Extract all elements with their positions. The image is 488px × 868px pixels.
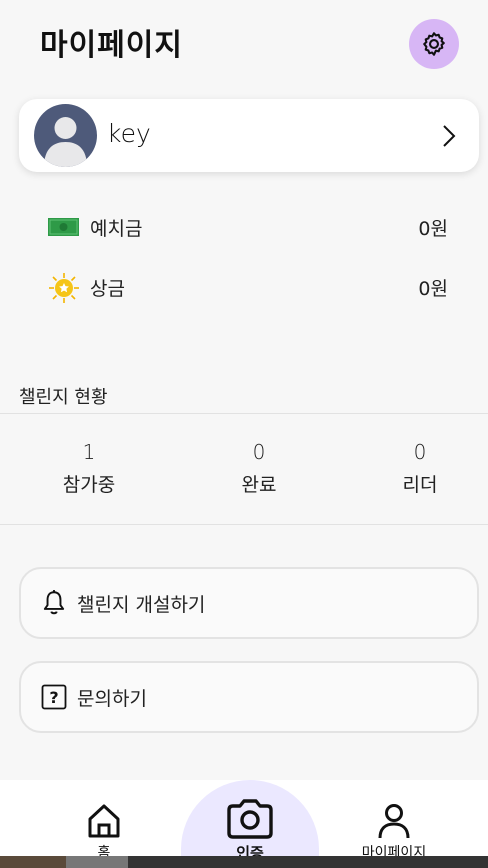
svg-text:?: ?: [49, 688, 58, 707]
header: 마이페이지: [0, 0, 488, 90]
home-icon: [88, 804, 120, 838]
prize-label: 상금: [90, 278, 125, 300]
inquiry-button[interactable]: ? 문의하기: [19, 661, 479, 733]
tab-certify[interactable]: 인증: [224, 798, 276, 863]
stat-leader[interactable]: 0 리더: [360, 440, 480, 497]
thumbnail: [66, 856, 128, 868]
prize-row: 상금 0원: [48, 272, 450, 303]
stat-label: 리더: [402, 474, 438, 496]
prize-value: 0원: [418, 278, 448, 300]
deposit-label: 예치금: [90, 218, 143, 240]
settings-button[interactable]: [409, 19, 459, 69]
create-challenge-button[interactable]: 챌린지 개설하기: [19, 567, 479, 639]
avatar: [34, 104, 97, 167]
sun-medal-icon: [49, 273, 79, 303]
stat-count: 1: [82, 440, 96, 464]
inquiry-label: 문의하기: [77, 688, 147, 710]
stat-count: 0: [413, 440, 427, 464]
person-icon: [378, 804, 410, 839]
stat-label: 완료: [241, 474, 277, 496]
page-title: 마이페이지: [40, 28, 183, 63]
deposit-value: 0원: [418, 218, 448, 240]
tab-home[interactable]: 홈: [84, 802, 124, 862]
stat-count: 0: [252, 440, 266, 464]
divider: [0, 524, 488, 525]
stat-participating[interactable]: 1 참가중: [29, 440, 149, 497]
tab-mypage[interactable]: 마이페이지: [355, 802, 433, 862]
bell-icon: [43, 590, 65, 615]
question-icon: ?: [41, 684, 67, 710]
money-icon: [48, 218, 79, 236]
camera-icon: [227, 799, 273, 839]
thumbnail: [0, 856, 66, 868]
divider: [0, 413, 488, 414]
stat-completed[interactable]: 0 완료: [199, 440, 319, 497]
bottom-strip: [0, 856, 488, 868]
tab-bar: 홈 인증 마이페이지: [0, 780, 488, 868]
profile-name: key: [107, 119, 151, 148]
chevron-right-icon: [443, 125, 456, 147]
challenge-status-title: 챌린지 현황: [19, 387, 108, 408]
stat-label: 참가중: [62, 474, 116, 496]
deposit-row: 예치금 0원: [48, 212, 450, 242]
create-challenge-label: 챌린지 개설하기: [77, 594, 206, 616]
profile-card[interactable]: key: [19, 99, 479, 172]
gear-icon: [423, 32, 445, 56]
